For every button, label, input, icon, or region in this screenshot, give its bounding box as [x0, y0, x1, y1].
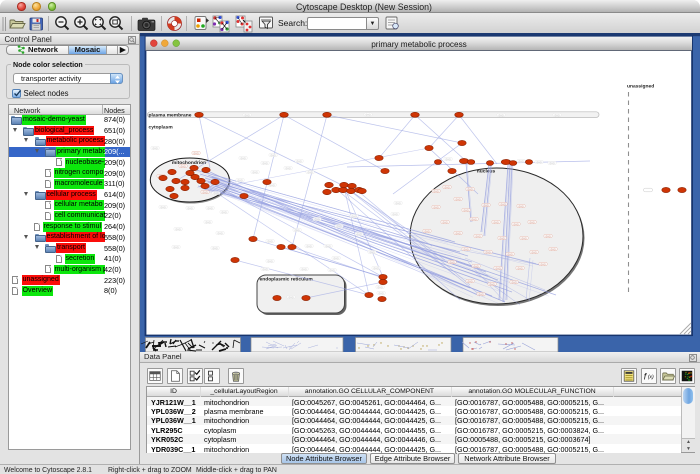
svg-text:(x-x): (x-x)	[456, 198, 461, 201]
svg-text:(x-x): (x-x)	[514, 223, 519, 226]
svg-text:(x-x): (x-x)	[176, 228, 181, 231]
svg-text:(x-x): (x-x)	[315, 218, 320, 221]
svg-text:(x-x): (x-x)	[289, 296, 294, 299]
svg-text:(x-x): (x-x)	[295, 229, 300, 232]
svg-text:(x-x): (x-x)	[307, 245, 312, 248]
svg-text:(x-x): (x-x)	[270, 184, 275, 187]
svg-text:(x-x): (x-x)	[546, 235, 551, 238]
svg-text:(x-x): (x-x)	[238, 179, 243, 182]
svg-text:plasma membrane: plasma membrane	[149, 112, 192, 118]
svg-text:(x-x): (x-x)	[519, 160, 524, 163]
svg-text:(x-x): (x-x)	[522, 237, 527, 240]
svg-text:(x-x): (x-x)	[476, 235, 481, 238]
svg-text:cytoplasm: cytoplasm	[149, 125, 174, 131]
svg-text:(x-x): (x-x)	[263, 162, 268, 165]
svg-text:(x-x): (x-x)	[378, 286, 383, 289]
svg-text:(x-x): (x-x)	[213, 247, 218, 250]
svg-text:(x-x): (x-x)	[245, 114, 250, 117]
svg-text:(x-x): (x-x)	[425, 230, 430, 233]
svg-text:(x-x): (x-x)	[370, 251, 375, 254]
svg-text:(x-x): (x-x)	[464, 248, 469, 251]
svg-text:(x-x): (x-x)	[555, 114, 560, 117]
svg-text:(x-x): (x-x)	[188, 207, 193, 210]
svg-text:(x-x): (x-x)	[551, 248, 556, 251]
svg-text:(x-x): (x-x)	[194, 152, 199, 155]
svg-text:(x-x): (x-x)	[494, 221, 499, 224]
svg-text:(x-x): (x-x)	[271, 154, 276, 157]
svg-text:(x-x): (x-x)	[464, 209, 469, 212]
svg-text:(x-x): (x-x)	[352, 215, 357, 218]
svg-text:(x-x): (x-x)	[486, 251, 491, 254]
svg-text:unassigned: unassigned	[627, 84, 654, 90]
svg-text:(x-x): (x-x)	[286, 167, 291, 170]
svg-text:(x-x): (x-x)	[241, 157, 246, 160]
svg-text:(x-x): (x-x)	[203, 191, 208, 194]
svg-text:(x-x): (x-x)	[366, 114, 371, 117]
svg-text:nucleus: nucleus	[477, 169, 496, 175]
svg-text:(x-x): (x-x)	[253, 171, 258, 174]
svg-text:(x-x): (x-x)	[357, 233, 362, 236]
svg-text:(x-x): (x-x)	[174, 246, 179, 249]
svg-text:(x-x): (x-x)	[468, 188, 473, 191]
svg-text:(x-x): (x-x)	[181, 165, 186, 168]
svg-text:(x): (x)	[648, 375, 654, 381]
svg-text:(x-x): (x-x)	[518, 267, 523, 270]
svg-text:(x-x): (x-x)	[393, 213, 398, 216]
svg-text:(x-x): (x-x)	[222, 211, 227, 214]
svg-text:(x-x): (x-x)	[330, 269, 335, 272]
svg-text:(x-x): (x-x)	[468, 280, 473, 283]
svg-text:(x-x): (x-x)	[443, 221, 448, 224]
svg-text:(x-x): (x-x)	[508, 253, 513, 256]
svg-text:(x-x): (x-x)	[374, 267, 379, 270]
svg-text:(x-x): (x-x)	[161, 206, 166, 209]
svg-text:(x-x): (x-x)	[434, 190, 439, 193]
svg-text:(x-x): (x-x)	[496, 267, 501, 270]
svg-text:(x-x): (x-x)	[446, 158, 451, 161]
svg-text:(x-x): (x-x)	[519, 205, 524, 208]
svg-text:(x-x): (x-x)	[297, 160, 302, 163]
svg-text:(x-x): (x-x)	[532, 251, 537, 254]
svg-text:(x-x): (x-x)	[308, 171, 313, 174]
svg-text:(x-x): (x-x)	[474, 265, 479, 268]
svg-text:(x-x): (x-x)	[379, 292, 384, 295]
svg-text:(x-x): (x-x)	[472, 218, 477, 221]
svg-text:mitochondrion: mitochondrion	[172, 160, 206, 166]
svg-text:(x-x): (x-x)	[500, 237, 505, 240]
svg-text:(x-x): (x-x)	[218, 232, 223, 235]
svg-text:(x-x): (x-x)	[326, 245, 331, 248]
svg-text:(x-x): (x-x)	[434, 206, 439, 209]
svg-text:(x-x): (x-x)	[396, 202, 401, 205]
svg-text:(x-x): (x-x)	[537, 161, 542, 164]
svg-text:(x-x): (x-x)	[263, 268, 268, 271]
svg-text:(x-x): (x-x)	[268, 260, 273, 263]
svg-text:(x-x): (x-x)	[337, 225, 342, 228]
svg-text:(x-x): (x-x)	[445, 186, 450, 189]
svg-text:(x-x): (x-x)	[334, 257, 339, 260]
svg-text:(x-x): (x-x)	[499, 114, 504, 117]
svg-text:(x-x): (x-x)	[206, 221, 211, 224]
svg-text:(x-x): (x-x)	[479, 293, 484, 296]
svg-text:(x-x): (x-x)	[153, 147, 158, 150]
svg-text:(x-x): (x-x)	[541, 263, 546, 266]
svg-text:(x-x): (x-x)	[501, 203, 506, 206]
svg-text:(x-x): (x-x)	[490, 283, 495, 286]
svg-text:(x-x): (x-x)	[268, 240, 273, 243]
svg-text:(x-x): (x-x)	[302, 268, 307, 271]
svg-text:primary metabolic process: primary metabolic process	[371, 40, 467, 49]
svg-text:(x-x): (x-x)	[530, 221, 535, 224]
svg-text:endoplasmic reticulum: endoplasmic reticulum	[260, 277, 314, 283]
svg-text:(x-x): (x-x)	[456, 232, 461, 235]
svg-text:(x-x): (x-x)	[214, 192, 219, 195]
svg-text:(x-x): (x-x)	[484, 204, 489, 207]
svg-text:(x-x): (x-x)	[512, 281, 517, 284]
svg-text:(x-x): (x-x)	[450, 261, 455, 264]
svg-text:(x-x): (x-x)	[208, 207, 213, 210]
svg-text:(x-x): (x-x)	[550, 162, 555, 165]
